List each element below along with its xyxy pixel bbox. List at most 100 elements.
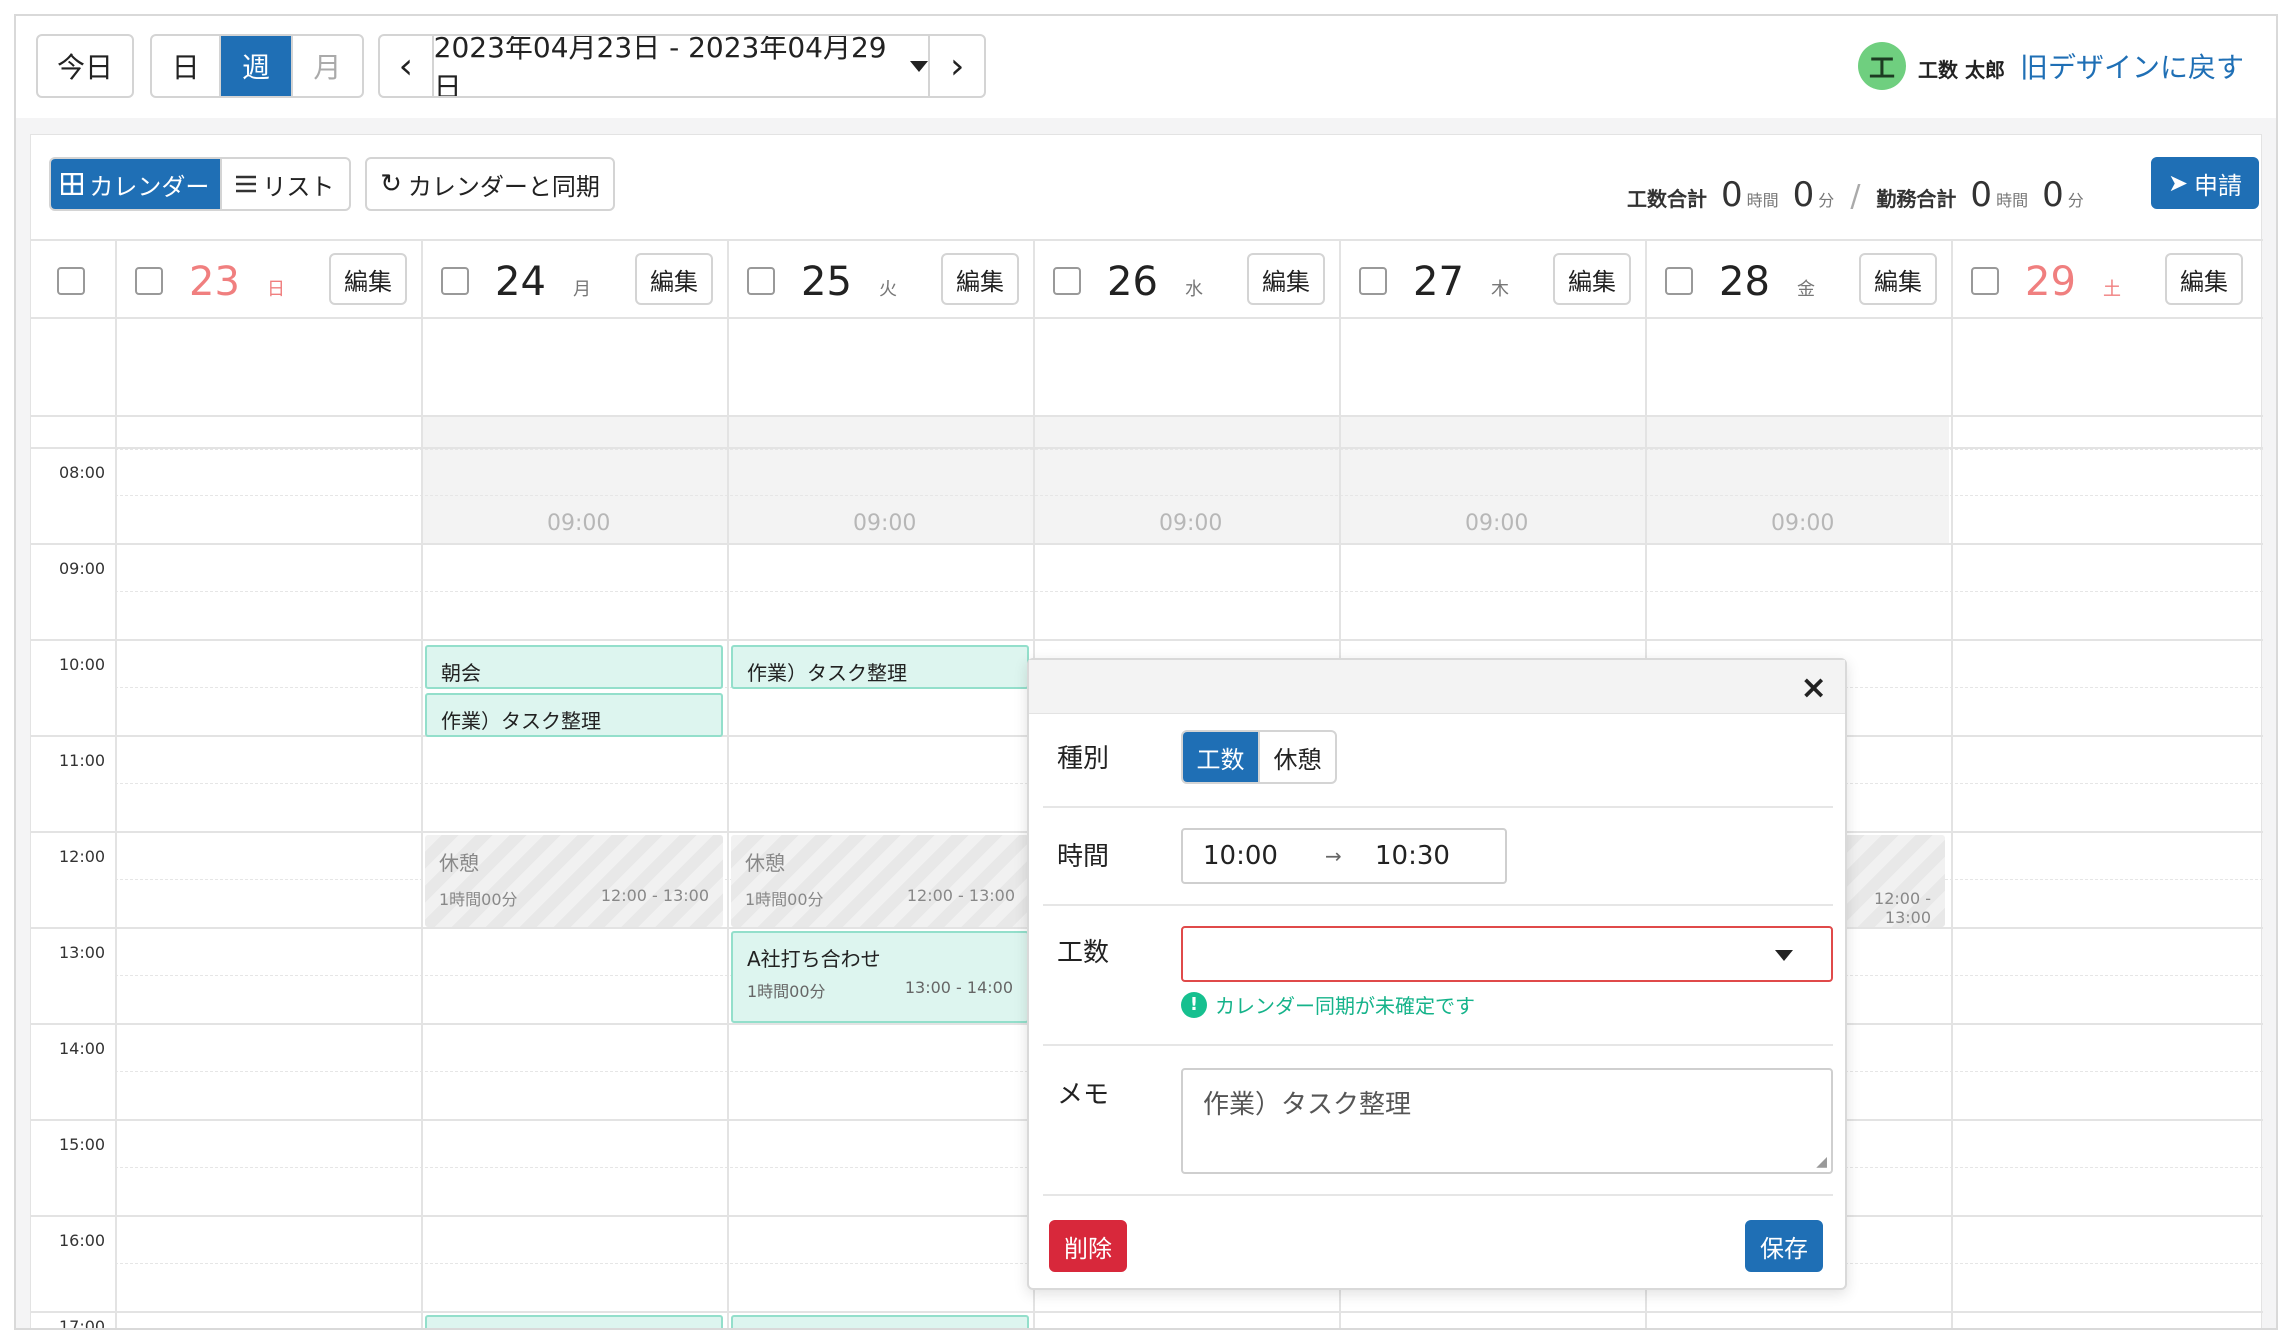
- day-checkbox[interactable]: [747, 267, 775, 295]
- time-label: 15:00: [59, 1135, 106, 1154]
- grid-line: [31, 317, 2263, 319]
- event-block[interactable]: 作業）タスク整理: [731, 645, 1029, 689]
- refresh-icon: ↻: [380, 169, 402, 199]
- minute-unit: 分: [1818, 191, 1835, 210]
- close-icon[interactable]: ×: [1800, 668, 1827, 706]
- day-number: 24: [495, 259, 546, 305]
- top-bar: 今日 日 週 月 ‹ 2023年04月23日 - 2023年04月29日 › 工…: [16, 16, 2276, 118]
- save-button[interactable]: 保存: [1745, 1220, 1823, 1272]
- time-end-input[interactable]: 10:30: [1375, 841, 1495, 871]
- day-weekday: 火: [879, 279, 897, 300]
- time-start-input[interactable]: 10:00: [1203, 841, 1325, 871]
- day-checkbox[interactable]: [1359, 267, 1387, 295]
- day-edit-button[interactable]: 編集: [941, 253, 1019, 305]
- summary-separator: /: [1850, 179, 1861, 214]
- event-title: A社打ち合わせ: [747, 947, 881, 971]
- break-range: 12:00 - 13:00: [1874, 889, 1931, 927]
- grid-line: [31, 1311, 2263, 1313]
- type-option-break[interactable]: 休憩: [1260, 732, 1335, 782]
- off-hours-label: 09:00: [547, 511, 611, 536]
- arrow-right-icon: →: [1325, 844, 1342, 868]
- break-duration: 1時間00分: [745, 890, 824, 909]
- break-block[interactable]: 12:00 - 13:00: [1831, 835, 1945, 927]
- day-edit-button[interactable]: 編集: [2165, 253, 2243, 305]
- day-number: 23: [189, 259, 240, 305]
- day-edit-button[interactable]: 編集: [635, 253, 713, 305]
- select-all-checkbox[interactable]: [57, 267, 85, 295]
- event-block[interactable]: [425, 1315, 723, 1328]
- view-month-button[interactable]: 月: [293, 36, 362, 96]
- old-design-link[interactable]: 旧デザインに戻す: [2020, 46, 2244, 86]
- event-edit-dialog: × 種別 工数 休憩 時間 10:00 → 10:30 工数 ! カレンダー同期…: [1027, 658, 1847, 1290]
- day-checkbox[interactable]: [1665, 267, 1693, 295]
- kosu-label: 工数: [1057, 938, 1110, 968]
- divider: [1043, 1194, 1833, 1196]
- day-number: 29: [2025, 259, 2076, 305]
- date-range-dropdown[interactable]: 2023年04月23日 - 2023年04月29日: [434, 36, 931, 96]
- type-option-kosu[interactable]: 工数: [1183, 732, 1260, 782]
- sync-warning: ! カレンダー同期が未確定です: [1181, 990, 1475, 1019]
- event-block[interactable]: 作業）タスク整理: [425, 693, 723, 737]
- day-checkbox[interactable]: [1053, 267, 1081, 295]
- kosu-total-minutes: 0: [1792, 175, 1815, 215]
- view-week-button[interactable]: 週: [221, 36, 293, 96]
- work-summary: 工数合計 0 時間 0 分 / 勤務合計 0 時間 0 分: [1627, 175, 2084, 215]
- calendar-sync-button[interactable]: ↻ カレンダーと同期: [365, 157, 615, 211]
- day-checkbox[interactable]: [441, 267, 469, 295]
- event-block[interactable]: 朝会: [425, 645, 723, 689]
- next-week-button[interactable]: ›: [930, 36, 984, 96]
- break-range: 12:00 - 13:00: [906, 886, 1015, 905]
- view-day-button[interactable]: 日: [152, 36, 222, 96]
- tab-calendar[interactable]: カレンダー: [51, 159, 222, 209]
- display-tabs: カレンダー リスト: [49, 157, 351, 211]
- kinmu-total-hours: 0: [1970, 175, 1993, 215]
- time-label: 17:00: [59, 1317, 106, 1330]
- day-weekday: 金: [1797, 279, 1815, 300]
- day-checkbox[interactable]: [135, 267, 163, 295]
- day-edit-button[interactable]: 編集: [1859, 253, 1937, 305]
- divider: [1043, 904, 1833, 906]
- day-edit-button[interactable]: 編集: [1247, 253, 1325, 305]
- grid-column-line: [115, 241, 117, 1328]
- day-number: 25: [801, 259, 852, 305]
- view-switcher: 日 週 月: [150, 34, 364, 98]
- time-label: 12:00: [59, 847, 106, 866]
- event-block[interactable]: A社打ち合わせ 1時間00分 13:00 - 14:00: [731, 931, 1029, 1023]
- day-edit-button[interactable]: 編集: [329, 253, 407, 305]
- today-button[interactable]: 今日: [36, 34, 134, 98]
- break-block[interactable]: 休憩 1時間00分 12:00 - 13:00: [731, 835, 1029, 927]
- event-title: 作業）タスク整理: [441, 709, 601, 733]
- calendar-sync-label: カレンダーと同期: [407, 172, 600, 201]
- resize-handle-icon[interactable]: ◢: [1816, 1154, 1827, 1170]
- time-label: 08:00: [59, 463, 106, 482]
- grid-line: [31, 415, 2263, 417]
- break-range: 12:00 - 13:00: [600, 886, 709, 905]
- memo-textarea[interactable]: 作業）タスク整理 ◢: [1181, 1068, 1833, 1174]
- apply-button[interactable]: ➤ 申請: [2151, 157, 2259, 209]
- time-label: 11:00: [59, 751, 106, 770]
- break-block[interactable]: 休憩 1時間00分 12:00 - 13:00: [425, 835, 723, 927]
- user-avatar: 工: [1858, 42, 1906, 90]
- delete-button[interactable]: 削除: [1049, 1220, 1127, 1272]
- event-title: 朝会: [441, 661, 481, 685]
- chevron-right-icon: ›: [949, 45, 965, 87]
- caret-down-icon: [1775, 950, 1793, 961]
- day-edit-button[interactable]: 編集: [1553, 253, 1631, 305]
- grid-column-line: [1951, 241, 1953, 1328]
- prev-week-button[interactable]: ‹: [380, 36, 434, 96]
- tab-list[interactable]: リスト: [222, 159, 349, 209]
- day-number: 28: [1719, 259, 1770, 305]
- kosu-total-label: 工数合計: [1627, 187, 1707, 211]
- day-weekday: 日: [267, 279, 285, 300]
- day-checkbox[interactable]: [1971, 267, 1999, 295]
- apply-label: 申請: [2194, 171, 2243, 200]
- date-range-text: 2023年04月23日 - 2023年04月29日: [433, 34, 887, 98]
- grid-column-line: [421, 241, 423, 1328]
- break-duration: 1時間00分: [439, 890, 518, 909]
- event-block[interactable]: [731, 1315, 1029, 1328]
- grid-line: [31, 543, 2263, 545]
- send-icon: ➤: [2167, 169, 2189, 197]
- kosu-select[interactable]: [1181, 926, 1833, 982]
- type-label: 種別: [1057, 744, 1110, 774]
- app-frame: 今日 日 週 月 ‹ 2023年04月23日 - 2023年04月29日 › 工…: [14, 14, 2278, 1330]
